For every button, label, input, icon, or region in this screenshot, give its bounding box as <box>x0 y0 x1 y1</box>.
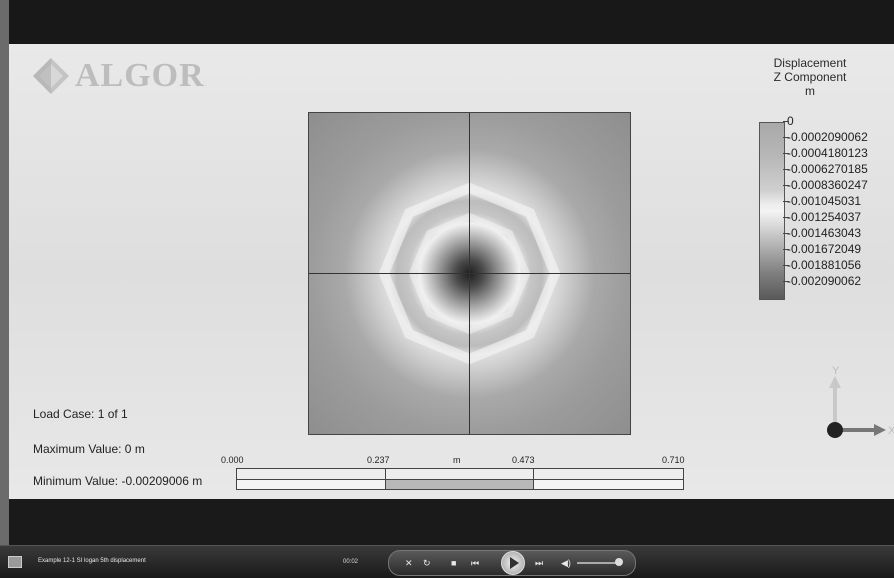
scale-segment <box>534 469 683 479</box>
volume-slider[interactable] <box>577 562 619 564</box>
legend-label: -0.001672049 <box>782 242 862 256</box>
scale-units: m <box>453 455 461 465</box>
left-border <box>0 0 9 545</box>
player-controls: ✕ ↻ ■ ⏮ ⏭ ◀) <box>388 550 636 576</box>
algor-logo: ALGOR . <box>31 54 207 98</box>
legend-label: 0 <box>783 114 794 128</box>
next-icon[interactable]: ⏭ <box>535 558 543 568</box>
player-media-title: Example 12-1 SI logan 5th displacement <box>38 558 146 564</box>
results-viewport: ALGOR . Displacement Z Component m 0 -0.… <box>9 44 894 499</box>
media-player-bar: Example 12-1 SI logan 5th displacement 0… <box>0 545 894 578</box>
shuffle-icon[interactable]: ✕ <box>405 558 413 568</box>
scale-tick: 0.710 <box>662 455 685 465</box>
axis-y-label: Y <box>832 365 840 377</box>
legend-label: -0.0002090062 <box>783 130 868 144</box>
logo-dot: . <box>204 79 207 88</box>
top-letterbox <box>9 0 894 44</box>
algor-diamond-logo-icon <box>33 58 69 94</box>
legend-label: -0.001463043 <box>782 226 862 240</box>
scale-tick: 0.000 <box>221 455 244 465</box>
axis-x-label: X <box>888 425 894 437</box>
logo-text: ALGOR <box>75 57 205 94</box>
axis-triad: Y X <box>818 360 894 444</box>
legend-label: -0.001045031 <box>782 194 862 208</box>
scale-segment <box>237 469 386 479</box>
legend-title-line2: Z Component <box>773 70 847 84</box>
repeat-icon[interactable]: ↻ <box>423 558 431 568</box>
legend-label: -0.0006270185 <box>783 162 868 176</box>
maximum-value-text: Maximum Value: 0 m <box>33 442 145 456</box>
now-playing-icon <box>8 556 22 568</box>
legend-title-line1: Displacement <box>773 56 847 70</box>
legend-label: -0.001881056 <box>782 258 862 272</box>
axis-triad-icon: Y X <box>827 365 894 438</box>
legend-label: -0.001254037 <box>782 210 862 224</box>
legend-color-bar <box>759 122 785 300</box>
scale-segment <box>386 479 534 489</box>
contour-overlay <box>309 113 630 434</box>
legend-title: Displacement Z Component m <box>750 56 870 98</box>
scale-segment <box>534 479 683 489</box>
scale-segment <box>237 479 386 489</box>
stop-icon[interactable]: ■ <box>451 558 456 568</box>
legend-label: -0.0008360247 <box>783 178 868 192</box>
legend-units: m <box>805 84 815 98</box>
load-case-text: Load Case: 1 of 1 <box>33 407 128 421</box>
displacement-contour-plot <box>308 112 631 435</box>
player-time: 00:02 <box>343 559 359 565</box>
scale-bar <box>236 468 684 490</box>
play-icon[interactable] <box>501 551 525 575</box>
scale-tick: 0.237 <box>367 455 390 465</box>
scale-tick: 0.473 <box>512 455 535 465</box>
volume-slider-knob[interactable] <box>615 558 623 566</box>
previous-icon[interactable]: ⏮ <box>471 558 479 568</box>
scale-segment <box>386 469 534 479</box>
minimum-value-text: Minimum Value: -0.00209006 m <box>33 474 203 488</box>
bottom-letterbox <box>9 499 894 545</box>
volume-icon[interactable]: ◀) <box>561 558 571 568</box>
legend-label: -0.002090062 <box>782 274 862 288</box>
legend-label: -0.0004180123 <box>783 146 868 160</box>
